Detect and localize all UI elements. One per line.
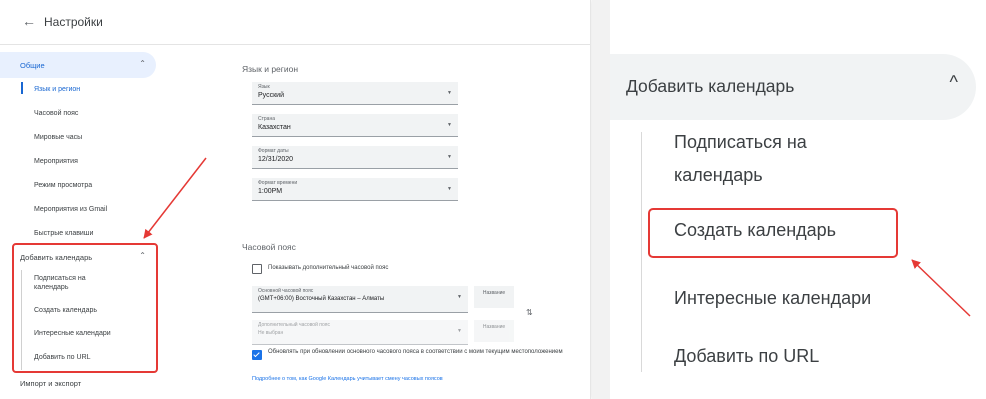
checkbox-label: Обновлять при обновлении основного часов…: [268, 349, 563, 355]
dropdown-arrow-icon: ▼: [457, 328, 462, 334]
divider-gap: [592, 0, 610, 399]
language-select[interactable]: Язык Русский ▼: [252, 82, 458, 105]
sidebar-item-events[interactable]: Мероприятия: [34, 158, 78, 165]
primary-tz-select[interactable]: Основной часовой пояс (GMT+06:00) Восточ…: [252, 286, 468, 313]
update-tz-checkbox[interactable]: [252, 350, 262, 360]
highlight-box-right: [648, 208, 898, 258]
menu-item-add-url[interactable]: Добавить по URL: [674, 340, 819, 373]
dropdown-arrow-icon: ▼: [457, 294, 462, 300]
checkbox-label: Показывать дополнительный часовой пояс: [268, 265, 389, 271]
primary-tz-name-field[interactable]: Название: [474, 286, 514, 308]
chevron-up-icon: ^: [949, 72, 958, 92]
secondary-tz-name-field[interactable]: Название: [474, 320, 514, 342]
sidebar-divider: [641, 132, 642, 372]
swap-icon[interactable]: ⇅: [526, 308, 533, 317]
sidebar-group-label: Импорт и экспорт: [20, 379, 82, 388]
field-label: Формат даты: [258, 148, 289, 154]
sidebar-item-language[interactable]: Язык и регион: [34, 86, 80, 93]
dropdown-arrow-icon: ▼: [447, 122, 452, 128]
chevron-up-icon: ⌃: [139, 59, 146, 68]
sidebar-group-import-export[interactable]: Импорт и экспорт: [0, 370, 156, 396]
field-value: (GMT+06:00) Восточный Казахстан – Алматы: [258, 296, 385, 302]
secondary-tz-checkbox[interactable]: [252, 264, 262, 274]
menu-item-interesting[interactable]: Интересные календари: [674, 282, 871, 315]
date-format-select[interactable]: Формат даты 12/31/2020 ▼: [252, 146, 458, 169]
field-label: Страна: [258, 116, 276, 122]
menu-item-subscribe[interactable]: Подписаться на календарь: [674, 126, 894, 192]
sidebar-item-gmail-events[interactable]: Мероприятия из Gmail: [34, 206, 107, 213]
field-label: Дополнительный часовой пояс: [258, 322, 330, 328]
sidebar-item-shortcuts[interactable]: Быстрые клавиши: [34, 230, 93, 237]
selected-indicator: [21, 82, 23, 94]
field-label: Формат времени: [258, 180, 298, 186]
sidebar-item-world-clock[interactable]: Мировые часы: [34, 134, 82, 141]
section-title-timezone: Часовой пояс: [242, 242, 296, 252]
sidebar-item-view-mode[interactable]: Режим просмотра: [34, 182, 92, 189]
highlight-box-left: [12, 243, 158, 373]
group-label: Добавить календарь: [626, 76, 795, 96]
settings-screenshot: ← Настройки Общие ⌃ Язык и регион Часово…: [0, 0, 591, 399]
country-select[interactable]: Страна Казахстан ▼: [252, 114, 458, 137]
field-value: 1:00PM: [258, 188, 283, 195]
dropdown-arrow-icon: ▼: [447, 154, 452, 160]
dropdown-arrow-icon: ▼: [447, 90, 452, 96]
sidebar-group-general[interactable]: Общие ⌃: [0, 52, 156, 78]
field-label: Основной часовой пояс: [258, 288, 314, 294]
settings-header: ← Настройки: [0, 0, 590, 45]
sidebar-item-timezone[interactable]: Часовой пояс: [34, 110, 78, 117]
field-value: Не выбран: [258, 330, 284, 336]
secondary-tz-select[interactable]: Дополнительный часовой пояс Не выбран ▼: [252, 320, 468, 345]
field-value: Русский: [258, 92, 284, 99]
dropdown-arrow-icon: ▼: [447, 186, 452, 192]
field-value: Казахстан: [258, 124, 291, 131]
help-link[interactable]: Подробнее о том, как Google Календарь уч…: [252, 376, 443, 382]
field-value: 12/31/2020: [258, 156, 294, 163]
add-calendar-group[interactable]: Добавить календарь ^: [610, 54, 976, 120]
field-label: Язык: [258, 84, 270, 90]
zoomed-sidebar: Добавить календарь ^ Подписаться на кале…: [610, 0, 986, 399]
section-title-language: Язык и регион: [242, 64, 299, 74]
back-arrow-icon[interactable]: ←: [22, 13, 36, 29]
time-format-select[interactable]: Формат времени 1:00PM ▼: [252, 178, 458, 201]
page-title: Настройки: [44, 15, 103, 29]
sidebar-group-label: Общие: [20, 61, 45, 70]
